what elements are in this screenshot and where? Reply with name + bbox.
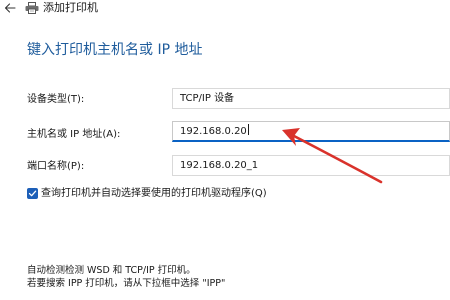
hostname-input[interactable]: 192.168.0.20 xyxy=(172,121,450,142)
text-caret xyxy=(247,124,249,135)
info-text-line-1: 自动检测检测 WSD 和 TCP/IP 打印机。 xyxy=(27,265,196,276)
title-bar: 添加打印机 xyxy=(0,0,450,20)
port-name-label: 端口名称(P): xyxy=(27,161,85,172)
hostname-value: 192.168.0.20 xyxy=(180,126,247,137)
port-name-input[interactable]: 192.168.0.20_1 xyxy=(172,155,450,176)
hostname-label: 主机名或 IP 地址(A): xyxy=(27,129,121,140)
back-button[interactable] xyxy=(3,1,17,15)
query-printer-checkbox[interactable] xyxy=(27,188,38,199)
checkmark-icon xyxy=(28,190,37,197)
page-heading: 键入打印机主机名或 IP 地址 xyxy=(27,42,203,58)
printer-icon xyxy=(25,2,39,14)
back-arrow-icon xyxy=(4,3,16,13)
device-type-field[interactable]: TCP/IP 设备 xyxy=(172,88,450,109)
window-title: 添加打印机 xyxy=(43,1,98,14)
device-type-label: 设备类型(T): xyxy=(27,94,85,105)
query-printer-label[interactable]: 查询打印机并自动选择要使用的打印机驱动程序(Q) xyxy=(41,187,267,200)
info-text-line-2: 若要搜索 IPP 打印机，请从下拉框中选择 "IPP" xyxy=(27,278,226,289)
